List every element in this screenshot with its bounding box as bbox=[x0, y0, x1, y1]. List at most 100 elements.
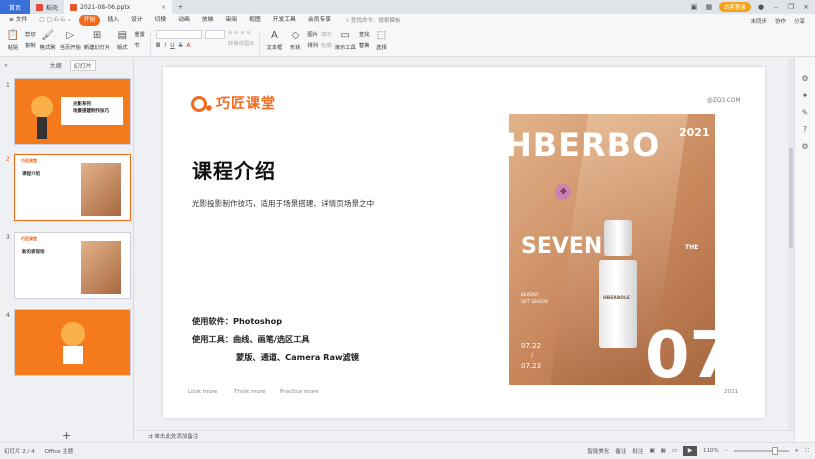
login-button[interactable]: 访客登录 bbox=[718, 2, 751, 12]
tools-line-2[interactable]: 蒙版、通道、Camera Raw滤镜 bbox=[236, 351, 359, 363]
logo-icon bbox=[191, 96, 212, 112]
reset-button[interactable]: 重置 bbox=[134, 30, 145, 38]
new-slide-button[interactable]: ⊞ 新建幻灯片 bbox=[84, 29, 111, 51]
zoom-slider[interactable] bbox=[733, 447, 789, 455]
select-label: 选择 bbox=[376, 45, 387, 51]
zoom-in-button[interactable]: + bbox=[795, 448, 800, 454]
slide-subtitle[interactable]: 光影投影制作技巧，适用于场景搭建、详情页场景之中 bbox=[192, 198, 374, 209]
reading-view-icon[interactable]: ▭ bbox=[672, 448, 677, 454]
strike-button[interactable]: S bbox=[179, 42, 183, 49]
menu-home[interactable]: 开始 bbox=[78, 15, 101, 26]
collaborate-button[interactable]: 协作 bbox=[775, 17, 786, 25]
bold-button[interactable]: B bbox=[156, 42, 161, 49]
shape-button[interactable]: ◇ 形状 bbox=[286, 29, 304, 51]
fill-button[interactable]: 填充 bbox=[321, 30, 332, 38]
notes-expand-icon[interactable]: ⇉ bbox=[148, 434, 153, 440]
find-button[interactable]: 查找 bbox=[359, 30, 370, 38]
layout-icon[interactable]: ▣ bbox=[689, 3, 699, 11]
menu-view[interactable]: 视图 bbox=[244, 15, 266, 26]
style-icon[interactable]: ✎ bbox=[802, 108, 809, 117]
zoom-level[interactable]: 110% bbox=[703, 448, 719, 454]
product-poster-image[interactable]: HBERBO 2021 SEVEN THE BEVERLY GIFT SEASO… bbox=[509, 114, 715, 385]
comments-button[interactable]: 批注 bbox=[632, 447, 643, 455]
close-window-icon[interactable]: × bbox=[801, 3, 811, 11]
slide-number: 4 bbox=[6, 312, 10, 319]
menu-member[interactable]: 会员专享 bbox=[303, 15, 336, 26]
adjust-icon[interactable]: ⚙ bbox=[801, 74, 808, 83]
pane-tabs: « 大纲 幻灯片 bbox=[0, 58, 133, 72]
font-color-button[interactable]: A bbox=[187, 42, 191, 49]
slide-thumb-3[interactable]: 巧匠课堂 新的表现场 bbox=[14, 232, 131, 299]
notes-toggle-button[interactable]: 备注 bbox=[615, 447, 626, 455]
text-box-button[interactable]: A 文本框 bbox=[265, 29, 283, 51]
help-icon[interactable]: ? bbox=[803, 125, 807, 134]
format-painter-button[interactable]: 🖌 格式刷 bbox=[39, 29, 57, 51]
new-tab-button[interactable]: + bbox=[172, 0, 189, 14]
align-buttons[interactable]: ≡ ≡ ≡ ≡ bbox=[228, 30, 255, 36]
grid-icon[interactable]: ▦ bbox=[704, 3, 714, 11]
tab-document-label: 2021-08-06.pptx bbox=[80, 3, 131, 11]
menu-developer[interactable]: 开发工具 bbox=[268, 15, 301, 26]
slide-title[interactable]: 课程介绍 bbox=[192, 155, 276, 184]
menu-bar: ≡ 文件 ▢ ▢ ⎌ ⎌ ⌄ 开始 插入 设计 切换 动画 放映 审阅 视图 开… bbox=[0, 14, 815, 27]
slide-canvas[interactable]: 巧匠课堂 @ZQ3.COM 课程介绍 光影投影制作技巧，适用于场景搭建、详情页场… bbox=[163, 67, 765, 418]
smart-beautify-button[interactable]: 智能美化 bbox=[587, 447, 609, 455]
zoom-slider-knob[interactable] bbox=[771, 447, 778, 455]
font-size-select[interactable] bbox=[204, 30, 225, 39]
menu-transitions[interactable]: 切换 bbox=[150, 15, 172, 26]
software-line[interactable]: 使用软件：Photoshop bbox=[192, 315, 282, 327]
avatar[interactable]: ● bbox=[756, 3, 766, 11]
poster-small-1: BEVERLY bbox=[521, 292, 539, 297]
tab-document[interactable]: 2021-08-06.pptx × bbox=[64, 0, 173, 14]
tools-line[interactable]: 使用工具：曲线、画笔/选区工具 bbox=[192, 333, 310, 345]
tab-outline[interactable]: 大纲 bbox=[50, 61, 62, 70]
italic-button[interactable]: I bbox=[165, 42, 167, 49]
arrange-button[interactable]: 排列 bbox=[307, 41, 318, 49]
underline-button[interactable]: U bbox=[170, 42, 174, 49]
maximize-icon[interactable]: ❐ bbox=[786, 3, 796, 11]
layout-button[interactable]: ▤ 版式 bbox=[113, 29, 131, 51]
slide-thumb-1[interactable]: 光影系列 场景搭建制作技巧 bbox=[14, 78, 131, 145]
sorter-view-icon[interactable]: ▦ bbox=[661, 448, 666, 454]
from-current-button[interactable]: ▷ 当页开始 bbox=[60, 29, 81, 51]
close-tab-icon[interactable]: × bbox=[161, 4, 166, 11]
slide-thumb-4[interactable] bbox=[14, 309, 131, 376]
tab-slides[interactable]: 幻灯片 bbox=[69, 59, 96, 71]
animation-icon[interactable]: ✦ bbox=[802, 91, 809, 100]
font-family-select[interactable] bbox=[155, 30, 202, 39]
command-search[interactable]: ⌕ 查找命令、搜索模板 bbox=[346, 16, 400, 25]
menu-file[interactable]: ≡ 文件 bbox=[4, 15, 32, 26]
convert-smart-button[interactable]: 转换成图示 bbox=[228, 39, 255, 47]
menu-design[interactable]: 设计 bbox=[126, 15, 148, 26]
share-button[interactable]: 分享 bbox=[794, 17, 805, 25]
fit-window-icon[interactable]: ⛶ bbox=[805, 448, 809, 455]
tab-docer[interactable]: 稻壳 bbox=[30, 0, 64, 14]
poster-small-2: GIFT SEASON bbox=[521, 299, 548, 304]
add-slide-button[interactable]: + bbox=[62, 429, 71, 442]
tab-home[interactable]: 首页 bbox=[0, 0, 30, 14]
menu-slideshow[interactable]: 放映 bbox=[197, 15, 219, 26]
settings-icon[interactable]: ⚙ bbox=[801, 142, 808, 151]
normal-view-icon[interactable]: ▣ bbox=[649, 448, 654, 454]
minimize-icon[interactable]: – bbox=[771, 3, 781, 11]
select-button[interactable]: ⬚ 选择 bbox=[372, 29, 390, 51]
menu-insert[interactable]: 插入 bbox=[102, 15, 124, 26]
menu-quick-icons[interactable]: ▢ ▢ ⎌ ⎌ ⌄ bbox=[34, 15, 76, 26]
paste-button[interactable]: 📋 粘贴 bbox=[4, 29, 22, 51]
scrollbar-thumb[interactable] bbox=[789, 148, 793, 248]
sync-status[interactable]: 未同步 bbox=[750, 17, 767, 25]
picture-button[interactable]: 图片 bbox=[307, 30, 318, 38]
outline-button[interactable]: 轮廓 bbox=[321, 41, 332, 49]
menu-animations[interactable]: 动画 bbox=[173, 15, 195, 26]
play-slideshow-button[interactable]: ▶ bbox=[683, 446, 698, 456]
cut-button[interactable]: 剪切 bbox=[25, 30, 36, 38]
present-tools-button[interactable]: ▭ 演示工具 bbox=[335, 29, 356, 51]
menu-review[interactable]: 审阅 bbox=[220, 15, 242, 26]
zoom-out-button[interactable]: – bbox=[725, 448, 728, 454]
copy-button[interactable]: 复制 bbox=[25, 41, 36, 49]
replace-button[interactable]: 替换 bbox=[359, 41, 370, 49]
section-button[interactable]: 节 bbox=[134, 41, 145, 49]
notes-bar[interactable]: ⇉ 单击此处添加备注 bbox=[134, 430, 794, 442]
collapse-pane-icon[interactable]: « bbox=[4, 62, 8, 69]
slide-thumb-2[interactable]: 巧匠课堂 课程介绍 bbox=[14, 154, 131, 221]
